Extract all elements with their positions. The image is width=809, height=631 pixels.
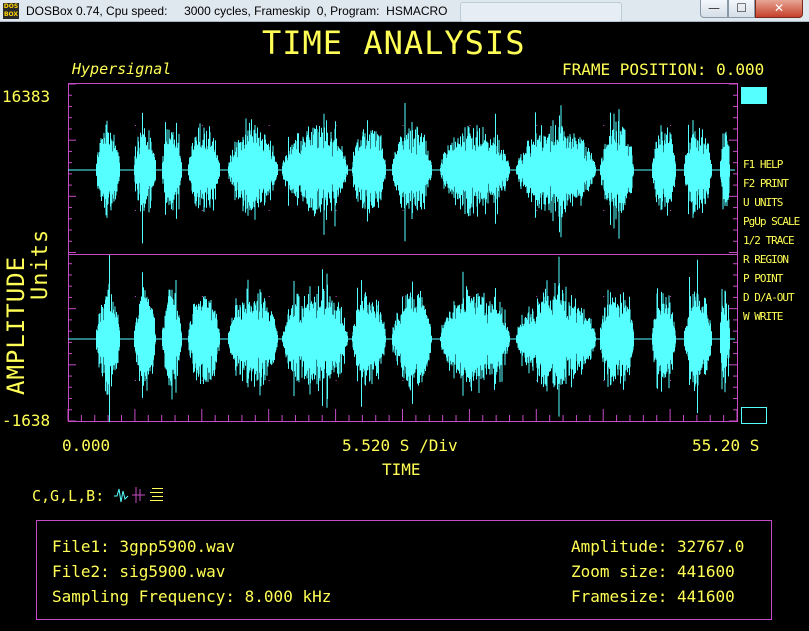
grid-dot (201, 210, 203, 211)
y-min-label: -1638 (2, 411, 51, 430)
y-axis-label: AMPLITUDE (2, 255, 30, 395)
menu-f1-help[interactable]: F1 HELP (743, 158, 783, 171)
menu-da-out[interactable]: D D/A-OUT (743, 291, 795, 304)
amplitude-info: Amplitude: 32767.0 (571, 537, 745, 556)
x-start-label: 0.000 (62, 436, 111, 455)
grid-dot (670, 210, 672, 211)
grid-dot (201, 125, 203, 126)
trace-1-waveform (68, 103, 735, 244)
zoom-size-info: Zoom size: 441600 (571, 562, 735, 581)
menu-scale[interactable]: PgUp SCALE (743, 215, 800, 228)
grid-dot (402, 125, 404, 126)
y-max-label: 16383 (2, 87, 51, 106)
trace-indicator-filled (741, 87, 767, 104)
grid-dot (536, 210, 538, 211)
y-axis-units: Units (28, 228, 53, 300)
framesize-info: Framesize: 441600 (571, 587, 735, 606)
grid-dot (268, 210, 270, 211)
grid-dot (134, 296, 136, 297)
grid-dot (603, 125, 605, 126)
grid-dot (335, 380, 337, 381)
menu-f2-print[interactable]: F2 PRINT (743, 177, 789, 190)
x-division-label: 5.520 S /Div (342, 436, 458, 455)
trace-2-waveform (68, 255, 735, 423)
grid-dot (134, 125, 136, 126)
grid-dot (402, 210, 404, 211)
grid-dot (268, 125, 270, 126)
sampling-frequency: Sampling Frequency: 8.000 kHz (52, 587, 332, 606)
waveform-traces (68, 103, 735, 423)
menu-trace[interactable]: 1/2 TRACE (743, 234, 795, 247)
grid-dot (670, 125, 672, 126)
grid-dot (603, 210, 605, 211)
grid-dot (670, 296, 672, 297)
grid-dot (536, 296, 538, 297)
grid-dot (536, 125, 538, 126)
x-axis-ticks (67, 409, 738, 421)
grid-dot (402, 380, 404, 381)
grid-dot (201, 296, 203, 297)
menu-write[interactable]: W WRITE (743, 310, 783, 323)
cursor-mode-label[interactable]: C,G,L,B: (32, 487, 104, 505)
grid-dot (469, 125, 471, 126)
trace-indicator-empty (741, 407, 767, 424)
file1-info: File1: 3gpp5900.wav (52, 537, 236, 556)
x-end-label: 55.20 S (692, 436, 760, 455)
grid-dot (134, 210, 136, 211)
grid-dot (268, 380, 270, 381)
file2-info: File2: sig5900.wav (52, 562, 226, 581)
grid-dot (670, 380, 672, 381)
grid-dot (335, 296, 337, 297)
menu-region[interactable]: R REGION (743, 253, 789, 266)
menu-point[interactable]: P POINT (743, 272, 783, 285)
grid-dot (268, 296, 270, 297)
grid-dot (134, 380, 136, 381)
x-axis-label: TIME (382, 460, 421, 479)
grid-dot (335, 210, 337, 211)
menu-units[interactable]: U UNITS (743, 196, 783, 209)
grid-dot (603, 296, 605, 297)
grid-dot (201, 380, 203, 381)
